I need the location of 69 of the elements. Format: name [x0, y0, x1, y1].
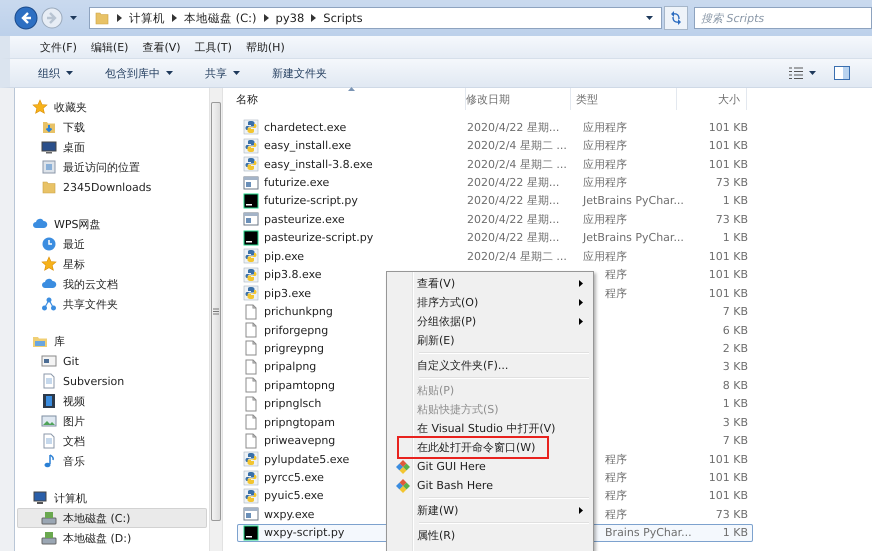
file-name: easy_install.exe — [264, 139, 352, 152]
file-type: 程序 — [605, 267, 627, 282]
file-size: 1 KB — [722, 526, 748, 540]
file-size: 101 KB — [708, 489, 748, 502]
file-size: 101 KB — [708, 120, 748, 134]
file-name: easy_install-3.8.exe — [264, 158, 373, 171]
file-size: 101 KB — [708, 471, 748, 484]
file-type: 程序 — [605, 488, 627, 504]
file-size: 1 KB — [722, 231, 748, 244]
file-name: pylupdate5.exe — [264, 452, 350, 466]
file-size: 101 KB — [708, 452, 748, 466]
date-modified: 2020/4/22 星期... — [467, 175, 560, 190]
file-name: chardetect.exe — [264, 120, 346, 134]
file-name: pip3.8.exe — [264, 268, 322, 282]
date-modified: 2020/4/22 星期... — [467, 230, 560, 246]
file-size: 101 KB — [708, 158, 748, 171]
file-name: wxpy.exe — [264, 508, 314, 521]
file-name: pip3.exe — [264, 286, 312, 300]
file-size: 101 KB — [708, 268, 748, 282]
file-size: 1 KB — [722, 397, 748, 410]
file-type: 应用程序 — [583, 248, 627, 264]
file-size: 101 KB — [708, 250, 748, 263]
file-type: 应用程序 — [583, 120, 627, 135]
file-size: 7 KB — [722, 305, 748, 318]
file-type: Brains PyChar... — [605, 526, 692, 540]
date-modified: 2020/4/22 星期... — [467, 193, 560, 208]
date-modified: 2020/4/22 星期... — [467, 212, 560, 227]
file-name: pasteurize-script.py — [264, 231, 374, 244]
file-name: priforgepng — [264, 324, 328, 337]
file-type: 程序 — [605, 452, 627, 467]
file-type: 程序 — [605, 286, 627, 301]
file-type: 应用程序 — [583, 175, 627, 190]
file-name: pip.exe — [264, 250, 304, 263]
file-name: pasteurize.exe — [264, 212, 345, 226]
file-size: 3 KB — [722, 360, 748, 374]
file-size: 73 KB — [716, 508, 748, 521]
file-name: futurize-script.py — [264, 194, 358, 208]
file-size: 101 KB — [708, 286, 748, 300]
file-name: pyrcc5.exe — [264, 471, 324, 484]
file-type: 应用程序 — [583, 138, 627, 154]
file-size: 1 KB — [722, 194, 748, 208]
file-size: 101 KB — [708, 139, 748, 152]
date-modified: 2020/4/22 星期... — [467, 120, 560, 135]
file-size: 2 KB — [722, 342, 748, 355]
file-name: prigreypng — [264, 342, 324, 355]
file-size: 6 KB — [722, 324, 748, 337]
file-type: JetBrains PyChar... — [583, 231, 684, 244]
file-type: 应用程序 — [583, 212, 627, 227]
file-name: prichunkpng — [264, 305, 333, 318]
file-name: futurize.exe — [264, 176, 330, 190]
file-type: JetBrains PyChar... — [583, 194, 684, 208]
file-name: pripamtopng — [264, 378, 335, 392]
file-type: 程序 — [605, 470, 627, 486]
file-name: wxpy-script.py — [264, 526, 344, 540]
file-size: 73 KB — [716, 212, 748, 226]
file-name: pripalpng — [264, 360, 316, 374]
file-name: pyuic5.exe — [264, 489, 324, 502]
date-modified: 2020/2/4 星期二 ... — [467, 138, 567, 154]
file-size: 7 KB — [722, 434, 748, 448]
file-size: 3 KB — [722, 416, 748, 429]
file-name: pripngtopam — [264, 416, 335, 429]
date-modified: 2020/2/4 星期二 ... — [467, 248, 567, 264]
file-size: 73 KB — [716, 176, 748, 190]
file-name: priweavepng — [264, 434, 336, 448]
file-name: pripnglsch — [264, 397, 322, 410]
file-type: 程序 — [605, 506, 627, 522]
file-type: 应用程序 — [583, 156, 627, 172]
file-size: 8 KB — [722, 378, 748, 392]
date-modified: 2020/2/4 星期二 ... — [467, 156, 567, 172]
